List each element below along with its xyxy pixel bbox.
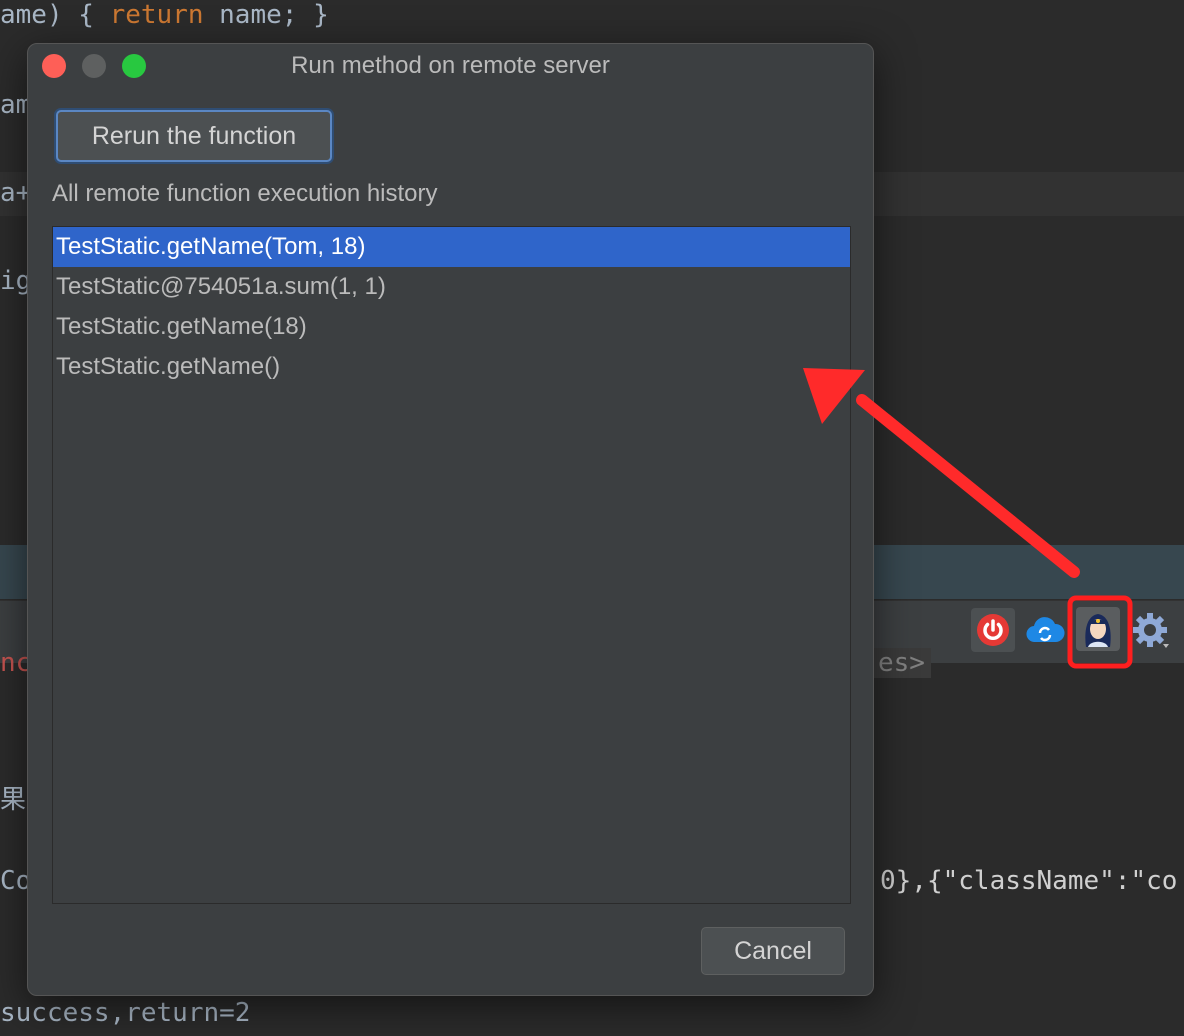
code-line-1: ame) { return name; } (0, 0, 329, 30)
remote-run-button[interactable] (1076, 607, 1120, 651)
history-label: All remote function execution history (52, 180, 438, 207)
cancel-button[interactable]: Cancel (701, 927, 845, 975)
cloud-sync-icon (1026, 617, 1065, 643)
cloud-sync-button[interactable] (1023, 608, 1067, 652)
history-item[interactable]: TestStatic@754051a.sum(1, 1) (53, 267, 850, 307)
code-line-6: 果 (0, 785, 27, 815)
settings-gear-icon (1133, 613, 1169, 648)
power-icon (977, 614, 1009, 646)
history-item[interactable]: TestStatic.getName() (53, 347, 850, 387)
rerun-function-button[interactable]: Rerun the function (56, 110, 332, 162)
code-line-8: success,return=2 (0, 998, 251, 1028)
dialog-title: Run method on remote server (291, 52, 610, 79)
execution-history-list[interactable]: TestStatic.getName(Tom, 18) TestStatic@7… (52, 226, 851, 904)
power-button[interactable] (971, 608, 1015, 652)
avatar-icon (1085, 614, 1111, 647)
remote-run-dialog: Run method on remote server Rerun the fu… (27, 43, 874, 996)
history-item[interactable]: TestStatic.getName(18) (53, 307, 850, 347)
history-item[interactable]: TestStatic.getName(Tom, 18) (53, 227, 850, 267)
settings-button[interactable] (1128, 608, 1172, 652)
code-line-7-right: 0},{"className":"co (880, 866, 1178, 896)
code-line-5-right: es> (872, 648, 931, 678)
